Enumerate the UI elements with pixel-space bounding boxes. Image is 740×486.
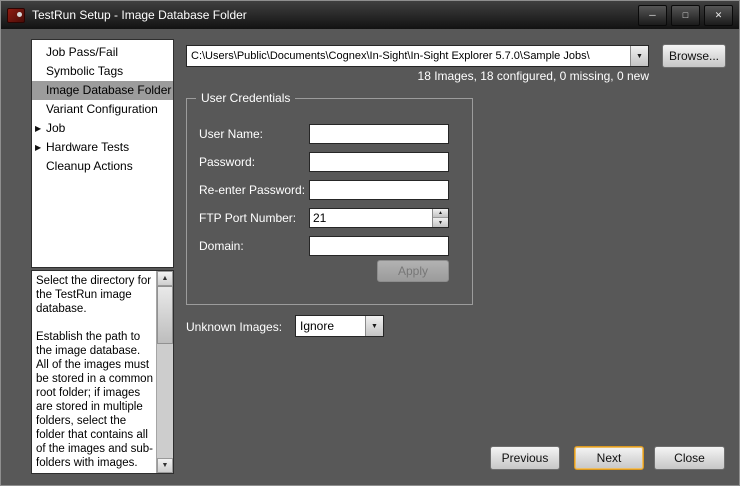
maximize-icon: □ (683, 11, 688, 20)
path-dropdown-button[interactable]: ▼ (630, 46, 648, 66)
password-label: Password: (199, 155, 255, 169)
apply-button[interactable]: Apply (377, 260, 449, 282)
chevron-down-icon: ▼ (636, 53, 643, 60)
nav-item-image-database-folder[interactable]: Image Database Folder (32, 81, 173, 100)
unknown-images-value: Ignore (300, 316, 365, 336)
next-button[interactable]: Next (574, 446, 644, 470)
close-window-button[interactable]: ✕ (704, 5, 733, 26)
nav-item-cleanup-actions[interactable]: Cleanup Actions (32, 157, 173, 176)
spin-up-button[interactable]: ▲ (433, 209, 448, 218)
ftp-port-label: FTP Port Number: (199, 211, 296, 225)
scroll-up-icon: ▲ (162, 275, 169, 282)
title-bar: TestRun Setup - Image Database Folder ─ … (1, 1, 739, 29)
user-name-label: User Name: (199, 127, 263, 141)
browse-button[interactable]: Browse... (662, 44, 726, 68)
domain-field[interactable] (309, 236, 449, 256)
user-credentials-group: User Credentials User Name: Password: Re… (186, 98, 473, 305)
image-database-path-input[interactable] (187, 46, 638, 66)
window-title: TestRun Setup - Image Database Folder (32, 8, 634, 22)
nav-item-hardware-tests[interactable]: ▶ Hardware Tests (32, 138, 173, 157)
password-field[interactable] (309, 152, 449, 172)
nav-item-symbolic-tags[interactable]: Symbolic Tags (32, 62, 173, 81)
nav-item-label: Symbolic Tags (46, 64, 123, 78)
ftp-port-stepper: ▲ ▼ (309, 208, 449, 228)
group-title: User Credentials (196, 91, 295, 105)
description-scrollbar[interactable]: ▲ ▼ (156, 271, 173, 473)
description-panel: Select the directory for the TestRun ima… (31, 270, 174, 474)
nav-item-label: Variant Configuration (46, 102, 158, 116)
images-status-text: 18 Images, 18 configured, 0 missing, 0 n… (186, 69, 649, 83)
nav-item-label: Job (46, 121, 65, 135)
unknown-images-dropdown-button[interactable]: ▼ (365, 316, 383, 336)
nav-item-label: Cleanup Actions (46, 159, 133, 173)
unknown-images-label: Unknown Images: (186, 320, 282, 334)
reenter-password-label: Re-enter Password: (199, 183, 305, 197)
app-icon (7, 8, 25, 23)
scroll-up-button[interactable]: ▲ (157, 271, 173, 286)
spinner-column: ▲ ▼ (432, 209, 448, 227)
scroll-thumb[interactable] (157, 286, 173, 344)
previous-button[interactable]: Previous (490, 446, 560, 470)
close-button[interactable]: Close (654, 446, 725, 470)
spin-down-button[interactable]: ▼ (433, 218, 448, 227)
nav-item-label: Image Database Folder (46, 83, 171, 97)
maximize-button[interactable]: □ (671, 5, 700, 26)
setup-nav-list: Job Pass/Fail Symbolic Tags Image Databa… (31, 39, 174, 268)
spin-up-icon: ▲ (438, 210, 443, 216)
spin-down-icon: ▼ (438, 220, 443, 226)
expand-arrow-icon[interactable]: ▶ (35, 138, 41, 157)
nav-item-variant-configuration[interactable]: Variant Configuration (32, 100, 173, 119)
nav-item-label: Hardware Tests (46, 140, 129, 154)
minimize-button[interactable]: ─ (638, 5, 667, 26)
expand-arrow-icon[interactable]: ▶ (35, 119, 41, 138)
minimize-icon: ─ (649, 11, 655, 20)
user-name-field[interactable] (309, 124, 449, 144)
unknown-images-select[interactable]: Ignore ▼ (295, 315, 384, 337)
image-database-path-combo[interactable]: ▼ (186, 45, 649, 67)
close-icon: ✕ (715, 11, 723, 20)
description-text: Select the directory for the TestRun ima… (36, 274, 153, 473)
domain-label: Domain: (199, 239, 244, 253)
nav-item-job[interactable]: ▶ Job (32, 119, 173, 138)
scroll-down-icon: ▼ (162, 462, 169, 469)
scroll-down-button[interactable]: ▼ (157, 458, 173, 473)
testrun-setup-dialog: TestRun Setup - Image Database Folder ─ … (0, 0, 740, 486)
ftp-port-field[interactable] (310, 209, 438, 227)
nav-item-job-pass-fail[interactable]: Job Pass/Fail (32, 43, 173, 62)
chevron-down-icon: ▼ (371, 323, 378, 330)
reenter-password-field[interactable] (309, 180, 449, 200)
nav-item-label: Job Pass/Fail (46, 45, 118, 59)
